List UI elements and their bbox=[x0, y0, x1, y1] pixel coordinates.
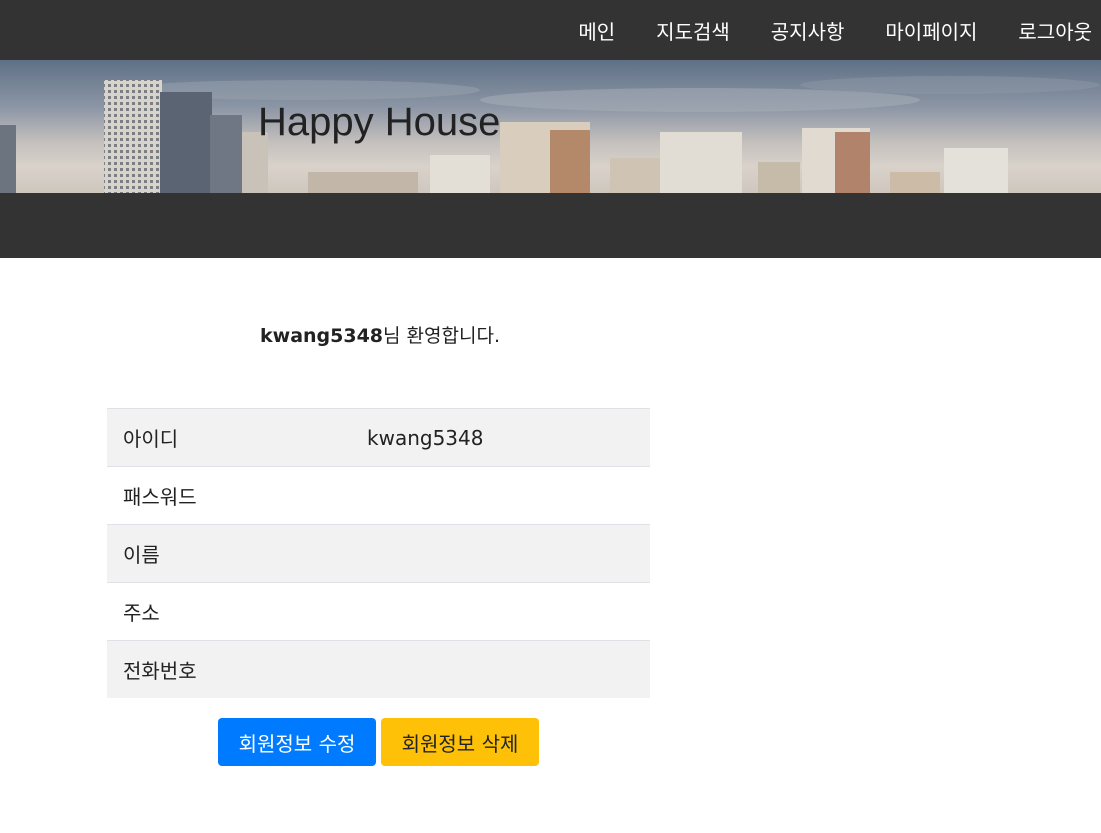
row-label: 주소 bbox=[107, 582, 367, 641]
row-label: 이름 bbox=[107, 524, 367, 583]
row-value: kwang5348 bbox=[367, 408, 650, 467]
row-value bbox=[367, 582, 650, 641]
nav-item-main[interactable]: 메인 bbox=[578, 16, 615, 45]
welcome-text: 님 환영합니다. bbox=[383, 325, 500, 347]
delete-profile-button[interactable]: 회원정보 삭제 bbox=[381, 718, 539, 766]
edit-profile-button[interactable]: 회원정보 수정 bbox=[218, 718, 376, 766]
header-band bbox=[0, 193, 1101, 258]
table-row: 아이디 kwang5348 bbox=[107, 408, 650, 467]
nav-item-notice[interactable]: 공지사항 bbox=[771, 16, 845, 45]
profile-table: 아이디 kwang5348 패스워드 이름 주소 전화번호 bbox=[107, 408, 650, 698]
city-skyline-image bbox=[0, 76, 1100, 193]
row-value bbox=[367, 640, 650, 698]
top-nav: 메인 지도검색 공지사항 마이페이지 로그아웃 bbox=[0, 0, 1101, 60]
hero-banner: Happy House bbox=[0, 60, 1101, 193]
nav-item-map-search[interactable]: 지도검색 bbox=[656, 16, 730, 45]
welcome-user-id: kwang5348 bbox=[260, 325, 384, 347]
nav-item-logout[interactable]: 로그아웃 bbox=[1018, 16, 1092, 45]
nav-item-mypage[interactable]: 마이페이지 bbox=[885, 16, 977, 45]
welcome-message: kwang5348님 환영합니다. bbox=[260, 321, 500, 348]
table-row: 이름 bbox=[107, 524, 650, 583]
table-row: 주소 bbox=[107, 582, 650, 641]
table-row: 전화번호 bbox=[107, 640, 650, 698]
row-label: 아이디 bbox=[107, 408, 367, 467]
row-value bbox=[367, 524, 650, 583]
row-label: 전화번호 bbox=[107, 640, 367, 698]
site-title: Happy House bbox=[258, 100, 501, 144]
row-label: 패스워드 bbox=[107, 466, 367, 525]
row-value bbox=[367, 466, 650, 525]
table-row: 패스워드 bbox=[107, 466, 650, 525]
